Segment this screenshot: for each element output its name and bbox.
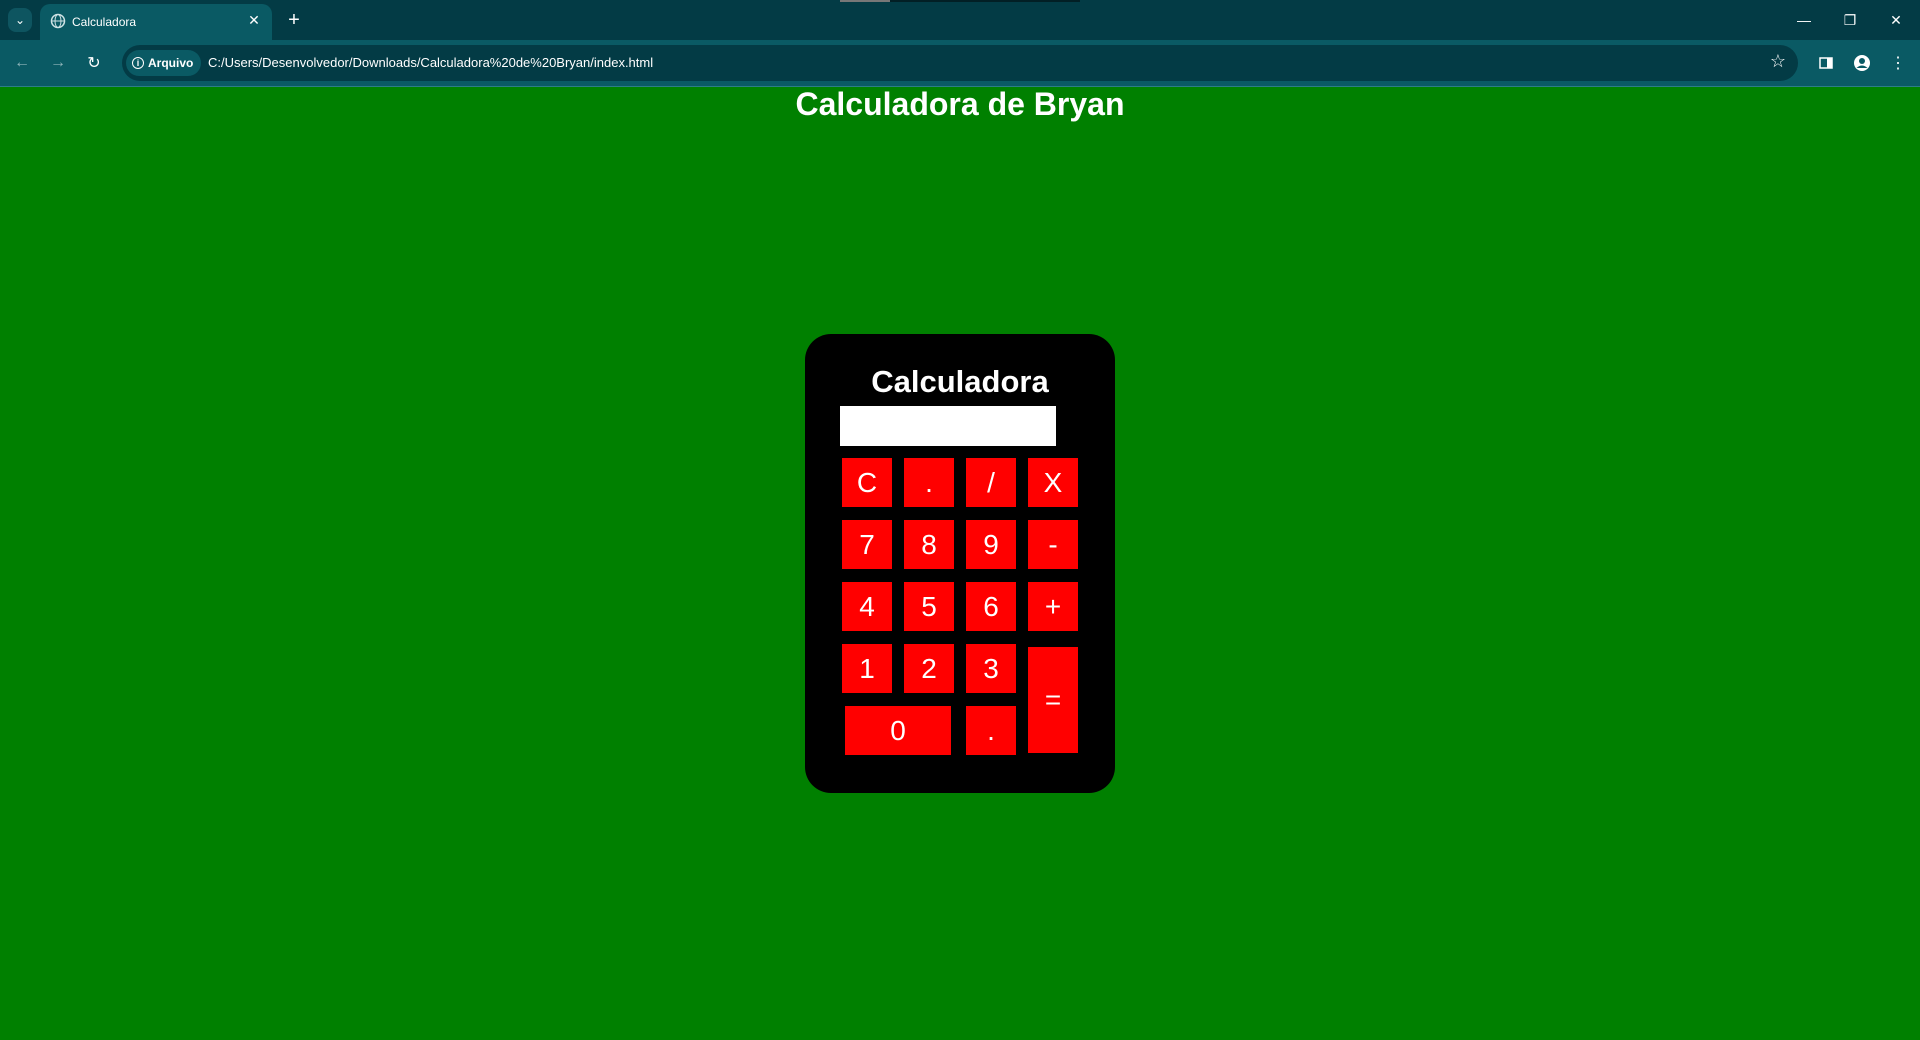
page-title: Calculadora de Bryan [795,86,1125,122]
calculator-display[interactable] [840,406,1056,446]
digit-0-button[interactable]: 0 [845,706,951,755]
info-icon: i [132,57,144,69]
digit-5-button[interactable]: 5 [904,582,954,631]
divide-button[interactable]: / [966,458,1016,507]
new-tab-button[interactable]: + [282,8,306,32]
tab-strip: ⌄ Calculadora ✕ + — ❐ ✕ [0,0,1920,40]
security-label: Arquivo [148,56,194,70]
globe-icon [50,13,66,29]
decimal-button-top[interactable]: . [904,458,954,507]
menu-dots-icon[interactable]: ⋮ [1884,49,1912,77]
digit-4-button[interactable]: 4 [842,582,892,631]
clear-button[interactable]: C [842,458,892,507]
profile-icon[interactable] [1848,49,1876,77]
digit-6-button[interactable]: 6 [966,582,1016,631]
digit-1-button[interactable]: 1 [842,644,892,693]
calculator-title: Calculadora [871,364,1049,399]
minus-button[interactable]: - [1028,520,1078,569]
digit-3-button[interactable]: 3 [966,644,1016,693]
digit-2-button[interactable]: 2 [904,644,954,693]
tab-search-button[interactable]: ⌄ [8,8,32,32]
plus-button[interactable]: + [1028,582,1078,631]
decimal-button-bottom[interactable]: . [966,706,1016,755]
tab-close-icon[interactable]: ✕ [244,10,264,30]
address-bar[interactable]: i Arquivo C:/Users/Desenvolvedor/Downloa… [122,45,1798,81]
tab-strip-indicator [840,0,1080,2]
equals-button[interactable]: = [1028,647,1078,753]
site-info-chip[interactable]: i Arquivo [126,50,202,76]
reload-icon[interactable]: ↻ [80,49,108,77]
minimize-button[interactable]: — [1784,6,1824,34]
forward-arrow-icon[interactable]: → [44,49,72,77]
side-panel-icon[interactable] [1812,49,1840,77]
digit-7-button[interactable]: 7 [842,520,892,569]
tab-title: Calculadora [72,15,137,29]
digit-8-button[interactable]: 8 [904,520,954,569]
close-window-button[interactable]: ✕ [1876,6,1916,34]
digit-9-button[interactable]: 9 [966,520,1016,569]
calculator: Calculadora C . / X 7 8 9 - 4 5 6 + 1 2 … [805,334,1115,793]
back-arrow-icon[interactable]: ← [8,49,36,77]
restore-button[interactable]: ❐ [1830,6,1870,34]
chevron-down-icon: ⌄ [14,13,26,27]
bookmark-star-icon[interactable]: ☆ [1770,51,1786,72]
tab-calculadora[interactable]: Calculadora ✕ [40,4,272,40]
browser-toolbar: ← → ↻ i Arquivo C:/Users/Desenvolvedor/D… [0,40,1920,87]
multiply-button[interactable]: X [1028,458,1078,507]
url-text[interactable]: C:/Users/Desenvolvedor/Downloads/Calcula… [208,55,653,70]
